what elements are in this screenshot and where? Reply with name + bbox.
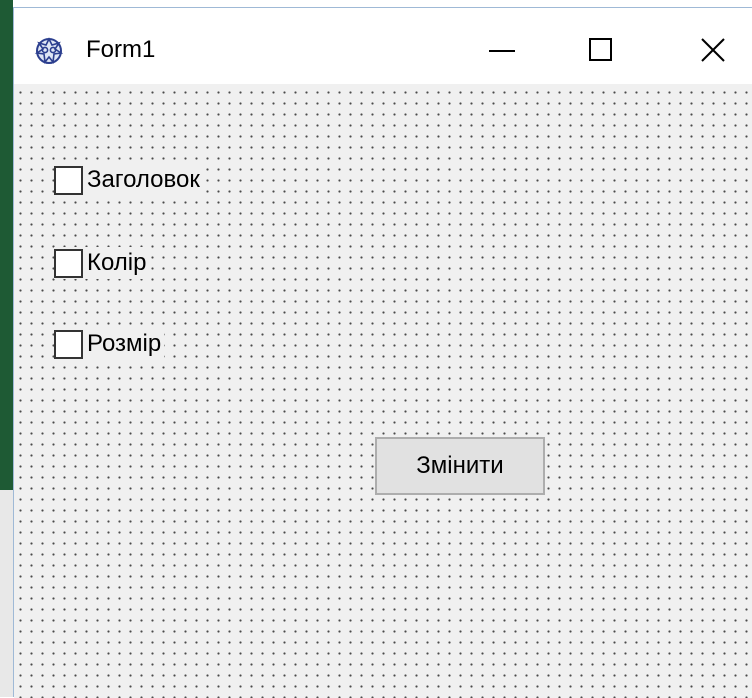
delphi-form-icon[interactable] xyxy=(34,36,64,66)
screen: Form1 Заголовок Колір Розмір Змінити xyxy=(0,0,752,698)
checkbox-box[interactable] xyxy=(54,248,83,278)
close-icon xyxy=(701,38,725,62)
maximize-icon xyxy=(589,38,612,61)
minimize-button[interactable] xyxy=(472,22,532,78)
checkbox-size[interactable]: Розмір xyxy=(54,328,165,360)
maximize-button[interactable] xyxy=(571,22,631,78)
close-button[interactable] xyxy=(683,22,743,78)
checkbox-box[interactable] xyxy=(54,165,83,195)
window-title: Form1 xyxy=(86,36,156,63)
checkbox-box[interactable] xyxy=(54,329,83,359)
checkbox-label: Розмір xyxy=(87,330,162,357)
background-window-edge xyxy=(0,0,13,490)
checkbox-title[interactable]: Заголовок xyxy=(54,164,203,196)
checkbox-label: Заголовок xyxy=(87,166,200,193)
title-bar[interactable]: Form1 xyxy=(14,8,752,84)
form-client-area: Заголовок Колір Розмір Змінити xyxy=(14,84,752,698)
checkbox-label: Колір xyxy=(87,249,147,276)
checkbox-color[interactable]: Колір xyxy=(54,247,150,279)
background-window-edge-lower xyxy=(0,490,13,697)
form-window: Form1 Заголовок Колір Розмір Змінити xyxy=(13,7,752,698)
change-button[interactable]: Змінити xyxy=(375,437,545,495)
minimize-icon xyxy=(489,50,515,52)
